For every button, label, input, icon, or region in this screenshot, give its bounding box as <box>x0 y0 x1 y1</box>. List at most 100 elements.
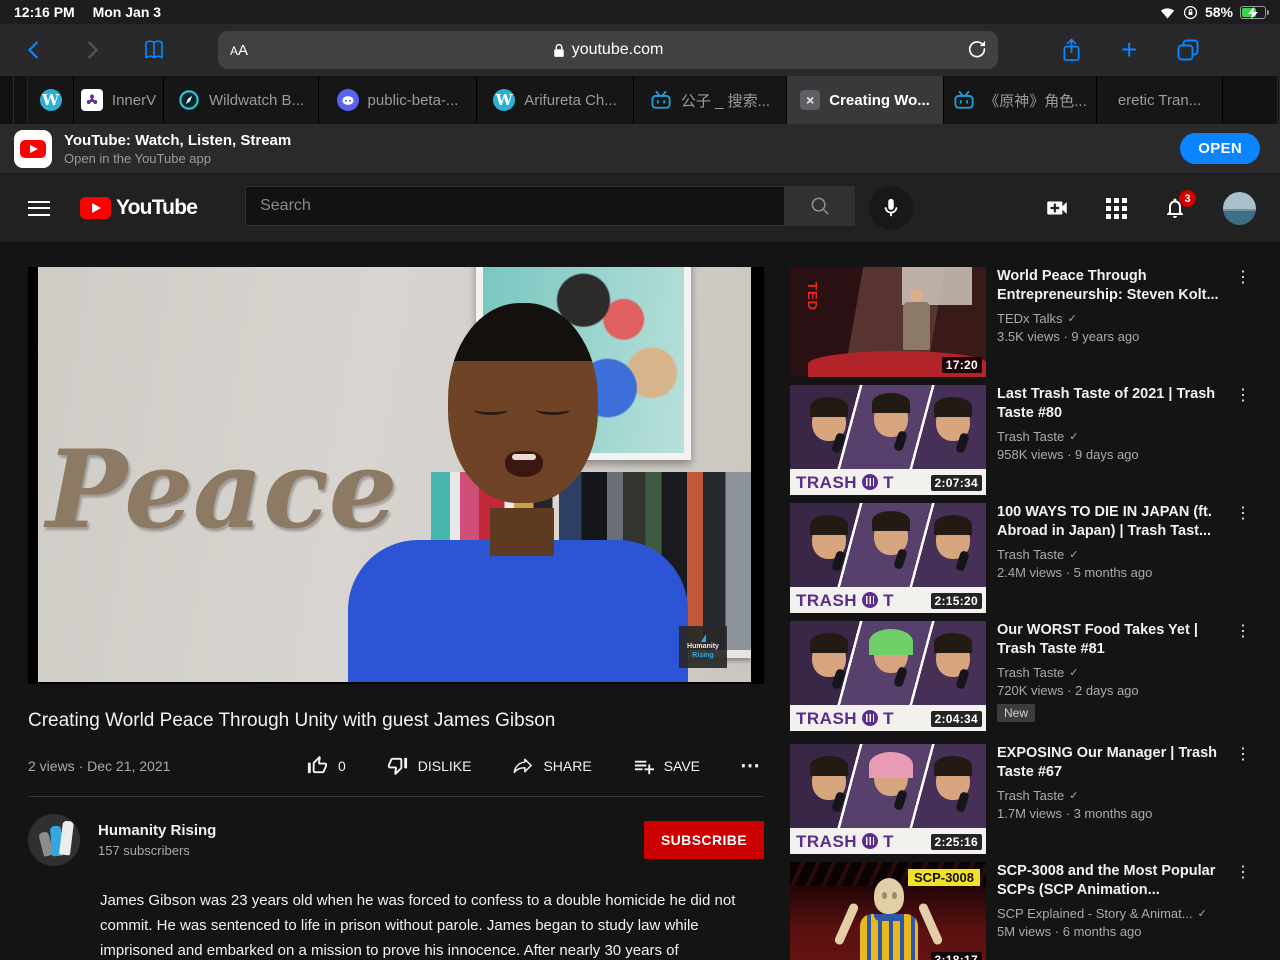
tab-overflow-stub[interactable] <box>1223 76 1278 124</box>
notifications-bell[interactable]: 3 <box>1163 190 1196 220</box>
verified-icon: ✓ <box>1069 431 1079 443</box>
video-thumbnail[interactable]: TRASH T 2:07:34 <box>790 385 986 495</box>
video-title: Creating World Peace Through Unity with … <box>28 710 556 731</box>
tab-creating-world-peace-active[interactable]: × Creating Wo... <box>787 76 944 124</box>
video-player[interactable]: Peace Humanity Rising <box>28 267 764 684</box>
apps-grid-icon[interactable] <box>1106 197 1127 219</box>
suggested-video-item[interactable]: SCP-3008 3:18:17 SCP-3008 and the Most P… <box>790 862 1252 960</box>
video-options-button[interactable]: ⋮ <box>1234 503 1252 613</box>
save-button[interactable]: SAVE <box>632 754 700 777</box>
bilibili-icon <box>650 90 672 110</box>
tab-bilibili-genshin[interactable]: 《原神》角色... <box>944 76 1097 124</box>
open-app-button[interactable]: OPEN <box>1180 133 1260 164</box>
tab-innersloth[interactable]: InnerV <box>74 76 164 124</box>
smart-app-banner: YouTube: Watch, Listen, Stream Open in t… <box>0 124 1280 174</box>
video-thumbnail[interactable]: TRASH T 2:15:20 <box>790 503 986 613</box>
youtube-wordmark: YouTube <box>116 196 198 219</box>
video-options-button[interactable]: ⋮ <box>1234 862 1252 960</box>
duration-badge: 2:04:34 <box>930 711 982 727</box>
video-description: James Gibson was 23 years old when he wa… <box>100 892 736 959</box>
suggested-title: EXPOSING Our Manager | Trash Taste #67 <box>997 745 1218 780</box>
suggested-video-item[interactable]: TRASH T 2:15:20 100 WAYS TO DIE IN JAPAN … <box>790 503 1252 613</box>
tab-label: 《原神》角色... <box>984 92 1087 110</box>
verified-icon: ✓ <box>1067 313 1077 325</box>
like-button[interactable]: 0 <box>306 754 346 777</box>
subscribe-button[interactable]: SUBSCRIBE <box>643 821 764 859</box>
account-avatar[interactable] <box>1223 191 1256 225</box>
new-tab-button[interactable]: + <box>1121 36 1137 64</box>
suggested-video-item[interactable]: TRASH T 2:25:16 EXPOSING Our Manager | Tr… <box>790 744 1252 854</box>
compass-icon <box>178 89 200 111</box>
voice-search-button[interactable] <box>869 186 914 230</box>
tab-public-beta[interactable]: public-beta-... <box>319 76 477 124</box>
forward-button[interactable] <box>72 30 112 70</box>
close-tab-icon[interactable]: × <box>800 90 821 110</box>
verified-icon: ✓ <box>1197 908 1207 920</box>
wordpress-icon: W <box>493 89 516 111</box>
status-date: Mon Jan 3 <box>92 4 162 20</box>
bookmarks-button[interactable] <box>134 30 174 70</box>
share-button-yt[interactable]: SHARE <box>511 754 592 777</box>
suggested-channel: Trash Taste <box>997 547 1065 562</box>
tab-arifureta[interactable]: W Arifureta Ch... <box>477 76 634 124</box>
tab-overflow-stub[interactable] <box>14 76 28 124</box>
channel-subscribers: 157 subscribers <box>98 843 190 858</box>
url-text: youtube.com <box>571 41 664 58</box>
dislike-button[interactable]: DISLIKE <box>386 754 472 777</box>
suggested-meta: 958K views · 9 days ago <box>997 447 1139 462</box>
status-time-date: 12:16 PM Mon Jan 3 <box>14 4 175 20</box>
dislike-label: DISLIKE <box>417 757 472 774</box>
youtube-logo[interactable]: YouTube <box>80 196 198 220</box>
video-options-button[interactable]: ⋮ <box>1234 621 1252 731</box>
reader-view-button[interactable]: AA <box>230 42 248 59</box>
duration-badge: 2:15:20 <box>930 593 982 609</box>
suggested-video-item[interactable]: TRASH T 2:04:34 Our WORST Food Takes Yet … <box>790 621 1252 731</box>
verified-icon: ✓ <box>1069 667 1079 679</box>
address-bar[interactable]: AA youtube.com <box>218 31 998 69</box>
video-thumbnail[interactable]: TRASH T 2:25:16 <box>790 744 986 854</box>
menu-hamburger-button[interactable] <box>28 196 50 220</box>
trash-can-icon <box>862 592 879 608</box>
suggested-meta: 3.5K views · 9 years ago <box>997 329 1140 344</box>
tab-overflow-stub[interactable] <box>0 76 14 124</box>
ipad-status-bar: 12:16 PM Mon Jan 3 58% <box>0 0 1280 24</box>
suggested-video-item[interactable]: TRASH T 2:07:34 Last Trash Taste of 2021 … <box>790 385 1252 495</box>
tab-wildwatch[interactable]: Wildwatch B... <box>164 76 319 124</box>
video-thumbnail[interactable]: TED 17:20 <box>790 267 986 377</box>
channel-name[interactable]: Humanity Rising <box>98 822 216 839</box>
video-options-button[interactable]: ⋮ <box>1234 744 1252 854</box>
suggested-video-item[interactable]: TED 17:20 World Peace Through Entreprene… <box>790 267 1252 377</box>
status-time: 12:16 PM <box>14 4 75 20</box>
search-input[interactable] <box>245 186 786 226</box>
share-button[interactable] <box>1060 37 1083 64</box>
app-banner-title: YouTube: Watch, Listen, Stream <box>64 131 292 149</box>
back-button[interactable] <box>14 30 54 70</box>
create-video-icon[interactable] <box>1044 195 1070 221</box>
scp-label: SCP-3008 <box>908 869 980 886</box>
search-button[interactable] <box>785 186 856 226</box>
duration-badge: 2:07:34 <box>930 475 982 491</box>
suggested-meta: 720K views · 2 days ago <box>997 683 1139 698</box>
new-badge: New <box>997 704 1036 722</box>
tab-wordpress[interactable]: W <box>28 76 74 124</box>
suggested-title: 100 WAYS TO DIE IN JAPAN (ft. Abroad in … <box>997 504 1212 539</box>
reload-button[interactable] <box>966 38 988 60</box>
tab-bilibili-search[interactable]: 公子 _ 搜索... <box>634 76 787 124</box>
youtube-app-icon <box>14 129 52 168</box>
video-options-button[interactable]: ⋮ <box>1234 267 1252 377</box>
tab-label: public-beta-... <box>367 91 459 109</box>
safari-tab-bar: W InnerV Wildwatch B... public-beta-... … <box>0 76 1280 124</box>
page-content: Peace Humanity Rising Creating World Pea… <box>0 242 1280 960</box>
suggested-videos: TED 17:20 World Peace Through Entreprene… <box>790 267 1252 960</box>
channel-avatar[interactable] <box>28 814 80 866</box>
more-actions-button[interactable]: ⋯ <box>740 753 760 778</box>
wifi-icon <box>1159 6 1176 19</box>
suggested-channel: SCP Explained - Story & Animat... <box>997 906 1193 921</box>
trash-can-icon <box>862 710 879 726</box>
video-options-button[interactable]: ⋮ <box>1234 385 1252 495</box>
tabs-overview-button[interactable] <box>1175 37 1201 63</box>
video-thumbnail[interactable]: SCP-3008 3:18:17 <box>790 862 986 960</box>
tab-label: Arifureta Ch... <box>524 91 617 109</box>
tab-heretic-translations[interactable]: eretic Tran... <box>1097 76 1223 124</box>
video-thumbnail[interactable]: TRASH T 2:04:34 <box>790 621 986 731</box>
